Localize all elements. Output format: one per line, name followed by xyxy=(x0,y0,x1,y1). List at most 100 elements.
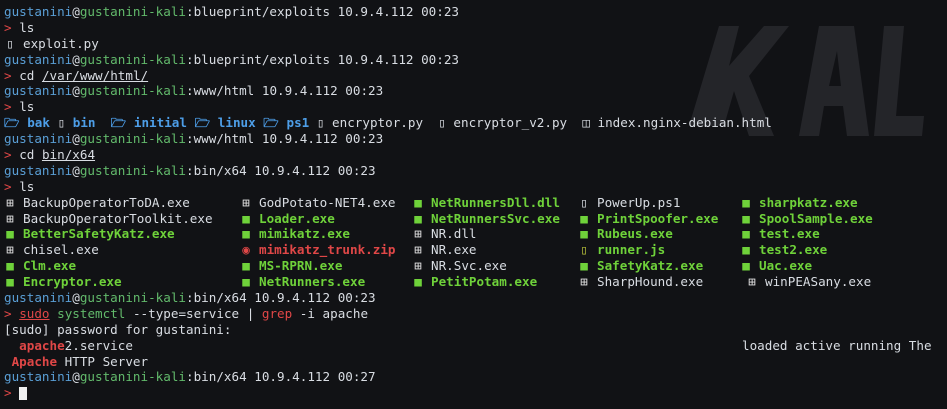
windows-icon: ⊞ xyxy=(242,194,250,210)
prompt-arrow: > xyxy=(4,67,12,83)
list-item: ■ PetitPotam.exe xyxy=(412,274,537,290)
ls-grid-row: ⊞ chisel.exe ◉ mimikatz_trunk.zip ⊞ NR.exe … xyxy=(4,242,947,258)
windows-icon: ■ xyxy=(742,242,750,258)
prompt-path: blueprint/exploits xyxy=(193,51,331,67)
list-item: ■ Encryptor.exe xyxy=(4,274,121,290)
prompt-line: gustanini@gustanini-kali:bin/x64 10.9.4.… xyxy=(4,290,947,306)
windows-icon: ■ xyxy=(414,274,422,290)
prompt-at: @ xyxy=(72,369,80,385)
prompt-arrow: > xyxy=(4,19,12,35)
list-item: ■ SafetyKatz.exe xyxy=(578,258,703,274)
windows-icon: ⊞ xyxy=(414,258,422,274)
ls-grid-row: ⊞ BackupOperatorToDA.exe ⊞ GodPotato-NET4.… xyxy=(4,195,947,211)
terminal[interactable]: gustanini@gustanini-kali:blueprint/explo… xyxy=(4,4,947,401)
prompt-user: gustanini xyxy=(4,290,73,306)
prompt-colon: : xyxy=(186,51,194,67)
command-text: systemctl xyxy=(57,305,126,321)
list-item: ■ Clm.exe xyxy=(4,258,76,274)
prompt-time: 00:23 xyxy=(421,4,460,19)
prompt-host: gustanini-kali xyxy=(79,83,186,99)
command-arg: bin/x64 xyxy=(41,147,96,163)
list-item: ⊞ NR.exe xyxy=(412,242,476,258)
prompt-arrow: > xyxy=(4,305,12,321)
prompt-ip: 10.9.4.112 xyxy=(337,51,414,67)
prompt-line: gustanini@gustanini-kali:www/html 10.9.4… xyxy=(4,83,947,99)
file-name: exploit.py xyxy=(23,35,99,51)
service-line: Apache HTTP Server xyxy=(4,354,947,370)
file-icon: ▯ xyxy=(57,115,66,131)
prompt-time: 00:23 xyxy=(337,290,376,306)
list-item: ■ mimikatz.exe xyxy=(240,226,350,242)
prompt-at: @ xyxy=(72,131,80,147)
windows-icon: ■ xyxy=(580,226,588,242)
command-line: > cd /var/www/html/ xyxy=(4,68,947,84)
prompt-ip: 10.9.4.112 xyxy=(261,83,338,99)
list-item: ■ SpoolSample.exe xyxy=(740,211,873,227)
prompt-host: gustanini-kali xyxy=(79,131,186,147)
prompt-path: www/html xyxy=(193,131,255,147)
prompt-time: 00:23 xyxy=(421,51,460,67)
prompt-line: gustanini@gustanini-kali:www/html 10.9.4… xyxy=(4,131,947,147)
list-item: ▯ PowerUp.ps1 xyxy=(578,195,680,211)
ls-grid-row: ■ Clm.exe ■ MS-RPRN.exe ⊞ NR.Svc.exe ■ Safet… xyxy=(4,258,947,274)
text-cursor[interactable] xyxy=(19,387,28,401)
prompt-path: blueprint/exploits xyxy=(193,4,331,19)
prompt-at: @ xyxy=(72,83,80,99)
html5-icon: ◫ xyxy=(582,115,590,131)
prompt-path: bin/x64 xyxy=(193,162,247,178)
windows-icon: ⊞ xyxy=(6,194,14,210)
prompt-path: www/html xyxy=(193,83,255,99)
file-icon: ▯ xyxy=(438,115,446,131)
windows-icon: ■ xyxy=(742,210,750,226)
list-item: ■ Loader.exe xyxy=(240,211,335,227)
windows-icon: ■ xyxy=(6,258,14,274)
folder-icon: 🗁 xyxy=(194,115,211,131)
prompt-colon: : xyxy=(186,131,194,147)
prompt-time: 00:23 xyxy=(345,131,384,147)
windows-icon: ⊞ xyxy=(748,274,756,290)
prompt-at: @ xyxy=(72,51,80,67)
windows-icon: ■ xyxy=(414,210,422,226)
service-status: loaded active running The xyxy=(742,337,932,353)
prompt-user: gustanini xyxy=(4,51,73,67)
list-item: ⊞ GodPotato-NET4.exe xyxy=(240,195,395,211)
list-item: ■ test.exe xyxy=(740,226,819,242)
command-arg: /var/www/html/ xyxy=(41,67,149,83)
ls-grid-row: ■ Encryptor.exe ■ NetRunners.exe ■ PetitPot… xyxy=(4,274,947,290)
ls-grid-row: ■ BetterSafetyKatz.exe ■ mimikatz.exe ⊞ NR.… xyxy=(4,226,947,242)
prompt-path: bin/x64 xyxy=(193,290,247,306)
list-item: ■ NetRunners.exe xyxy=(240,274,365,290)
prompt-user: gustanini xyxy=(4,4,73,19)
archive-icon: ◉ xyxy=(242,242,250,258)
file-name: encryptor.py xyxy=(332,115,424,131)
list-item: ⊞ BackupOperatorToolkit.exe xyxy=(4,211,212,227)
list-item: ⊞ NR.Svc.exe xyxy=(412,258,507,274)
list-item: ⊞ BackupOperatorToDA.exe xyxy=(4,195,190,211)
command-text: cd xyxy=(19,147,35,163)
prompt-host: gustanini-kali xyxy=(79,290,186,306)
command-text: ls xyxy=(19,99,35,115)
file-icon: ▯ xyxy=(580,194,588,210)
windows-icon: ■ xyxy=(580,210,588,226)
prompt-colon: : xyxy=(186,4,194,19)
prompt-line: gustanini@gustanini-kali:blueprint/explo… xyxy=(4,4,947,20)
prompt-ip: 10.9.4.112 xyxy=(261,131,338,147)
service-description: HTTP Server xyxy=(57,353,149,369)
command-line: > ls xyxy=(4,99,947,115)
prompt-host: gustanini-kali xyxy=(79,369,186,385)
list-item: ⊞ chisel.exe xyxy=(4,242,99,258)
command-line[interactable]: > xyxy=(4,385,947,401)
service-line: apache2.service loaded active running The xyxy=(4,338,947,354)
folder-icon: 🗁 xyxy=(110,115,127,131)
command-line: > ls xyxy=(4,20,947,36)
command-line: > sudo systemctl --type=service | grep -… xyxy=(4,306,947,322)
grep-match: Apache xyxy=(11,353,58,369)
list-item: ■ Uac.exe xyxy=(740,258,812,274)
list-item: ⊞ SharpHound.exe xyxy=(578,274,703,290)
dir-name: linux xyxy=(217,115,256,131)
windows-icon: ■ xyxy=(242,210,250,226)
windows-icon: ⊞ xyxy=(580,274,588,290)
prompt-arrow: > xyxy=(4,99,12,115)
command-args: --type=service | xyxy=(125,305,262,321)
prompt-ip: 10.9.4.112 xyxy=(254,369,331,385)
